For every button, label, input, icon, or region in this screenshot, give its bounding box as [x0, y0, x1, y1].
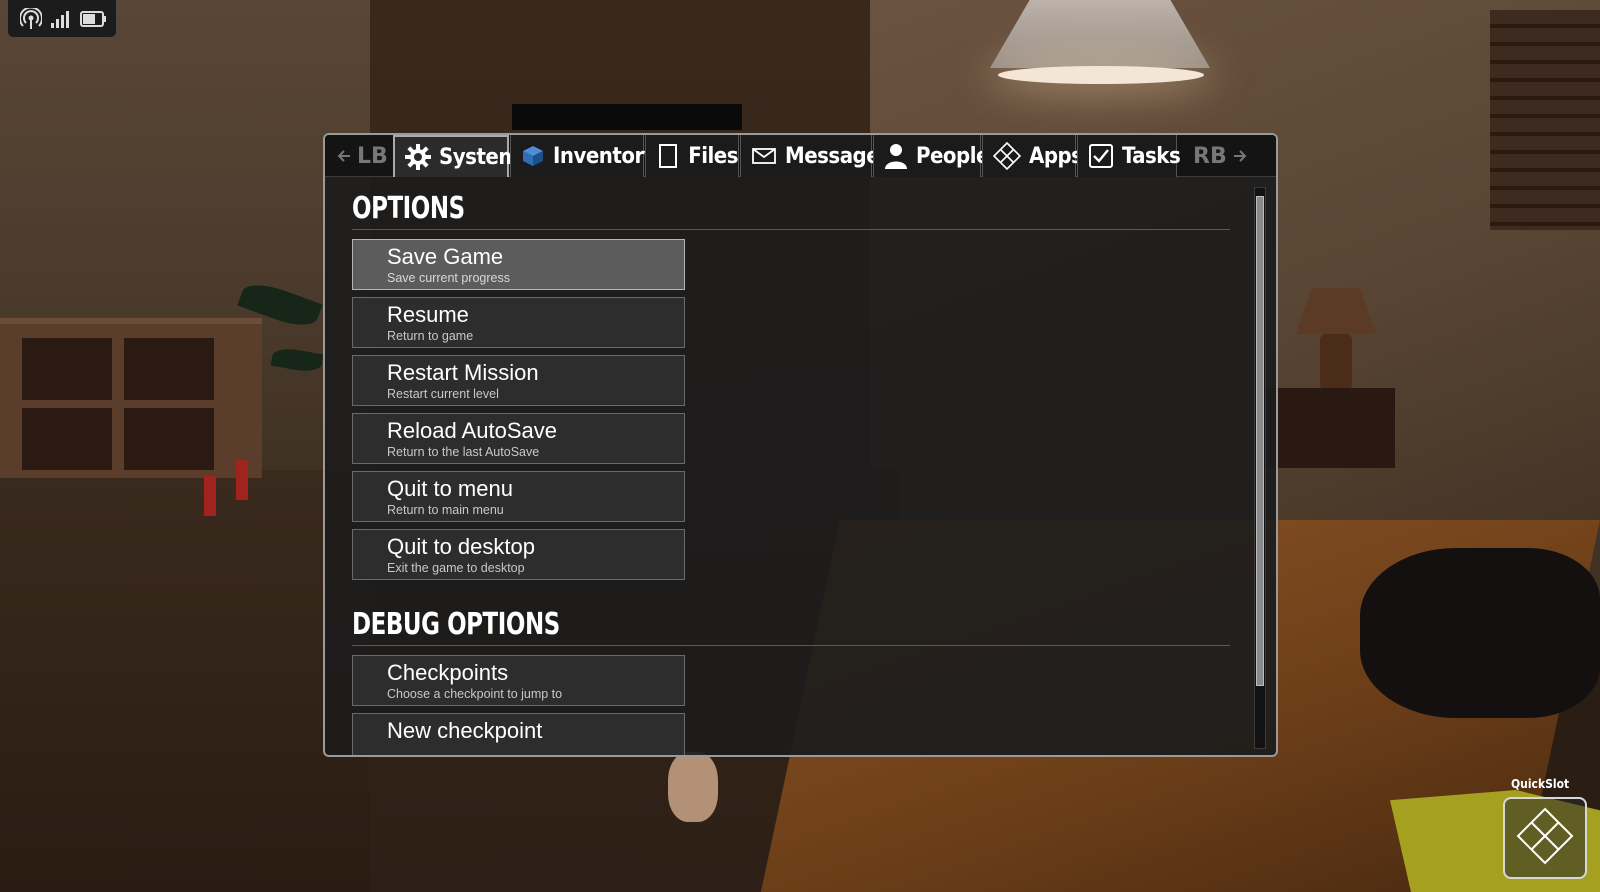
right-bumper[interactable]: RB — [1193, 135, 1247, 177]
tab-label: Apps — [1029, 143, 1083, 169]
tab-system[interactable]: System — [393, 135, 519, 177]
quit-to-menu-button[interactable]: Quit to menu Return to main menu — [352, 471, 685, 522]
shelf-cell — [22, 408, 112, 470]
shelf-unit — [0, 318, 262, 478]
dark-cushion — [1360, 548, 1600, 718]
bedside-lamp-base — [1320, 334, 1352, 390]
file-icon — [656, 142, 680, 170]
option-label: Checkpoints — [387, 660, 509, 685]
tab-people[interactable]: People — [873, 135, 989, 177]
cube-icon — [521, 142, 545, 170]
status-widget — [7, 0, 117, 38]
option-description: Return to the last AutoSave — [387, 445, 540, 459]
option-label: Restart Mission — [387, 360, 539, 385]
person-icon — [884, 142, 908, 170]
tab-label: Tasks — [1122, 143, 1181, 169]
option-description: Return to game — [387, 329, 474, 343]
debug-options-heading: DEBUG OPTIONS — [352, 607, 560, 642]
menu-content: OPTIONS Save Game Save current progress … — [325, 177, 1276, 755]
restart-mission-button[interactable]: Restart Mission Restart current level — [352, 355, 685, 406]
shelf-cell — [124, 408, 214, 470]
tab-messages[interactable]: Messages — [740, 135, 891, 177]
tab-label: Inventory — [553, 143, 657, 169]
left-bumper[interactable]: LB — [337, 135, 388, 177]
tab-files[interactable]: Files — [645, 135, 739, 177]
character-hand — [668, 752, 718, 822]
window-blinds — [1490, 10, 1600, 230]
tab-label: System — [439, 144, 519, 170]
scrollbar-thumb[interactable] — [1256, 196, 1264, 686]
quit-to-desktop-button[interactable]: Quit to desktop Exit the game to desktop — [352, 529, 685, 580]
new-checkpoint-button[interactable]: New checkpoint — [352, 713, 685, 755]
options-heading: OPTIONS — [352, 191, 465, 226]
shelf-cell — [124, 338, 214, 400]
quickslot-button[interactable] — [1503, 797, 1587, 879]
option-label: Quit to desktop — [387, 534, 535, 559]
gear-icon — [405, 143, 431, 171]
tab-tasks[interactable]: Tasks — [1077, 135, 1181, 177]
option-label: Resume — [387, 302, 469, 327]
signal-broadcast-icon — [20, 7, 42, 30]
checkpoints-button[interactable]: Checkpoints Choose a checkpoint to jump … — [352, 655, 685, 706]
right-bumper-label: RB — [1193, 143, 1227, 169]
diamond-apps-icon — [993, 142, 1021, 170]
option-label: Save Game — [387, 244, 504, 269]
arrow-right-icon — [1233, 144, 1247, 169]
lamp-glow — [998, 66, 1204, 84]
reload-autosave-button[interactable]: Reload AutoSave Return to the last AutoS… — [352, 413, 685, 464]
option-description: Restart current level — [387, 387, 499, 401]
tab-label: People — [916, 143, 989, 169]
option-label: New checkpoint — [387, 718, 543, 743]
diamond-slot-icon — [1515, 806, 1575, 871]
option-description: Return to main menu — [387, 503, 504, 517]
option-description: Choose a checkpoint to jump to — [387, 687, 563, 701]
left-bumper-label: LB — [357, 143, 388, 169]
tab-label: Files — [688, 143, 738, 169]
tab-bar: LB System Inventory Files Messages Peopl… — [325, 135, 1276, 177]
option-label: Reload AutoSave — [387, 418, 558, 443]
checkbox-icon — [1088, 142, 1114, 170]
tab-inventory[interactable]: Inventory — [510, 135, 657, 177]
section-divider — [352, 645, 1230, 646]
pause-menu-panel: LB System Inventory Files Messages Peopl… — [323, 133, 1278, 757]
shelf-leg — [204, 476, 216, 516]
quickslot-label: QuickSlot — [1511, 777, 1570, 791]
scrollbar-track[interactable] — [1254, 187, 1266, 749]
dark-stripe — [512, 104, 742, 130]
resume-button[interactable]: Resume Return to game — [352, 297, 685, 348]
option-description: Save current progress — [387, 271, 510, 285]
option-label: Quit to menu — [387, 476, 513, 501]
tab-apps[interactable]: Apps — [982, 135, 1083, 177]
shelf-cell — [22, 338, 112, 400]
battery-icon — [80, 10, 108, 27]
section-divider — [352, 229, 1230, 230]
cellular-signal-icon — [50, 9, 72, 29]
shelf-leg — [236, 460, 248, 500]
option-description: Exit the game to desktop — [387, 561, 525, 575]
arrow-left-icon — [337, 144, 351, 169]
save-game-button[interactable]: Save Game Save current progress — [352, 239, 685, 290]
envelope-icon — [751, 142, 777, 170]
